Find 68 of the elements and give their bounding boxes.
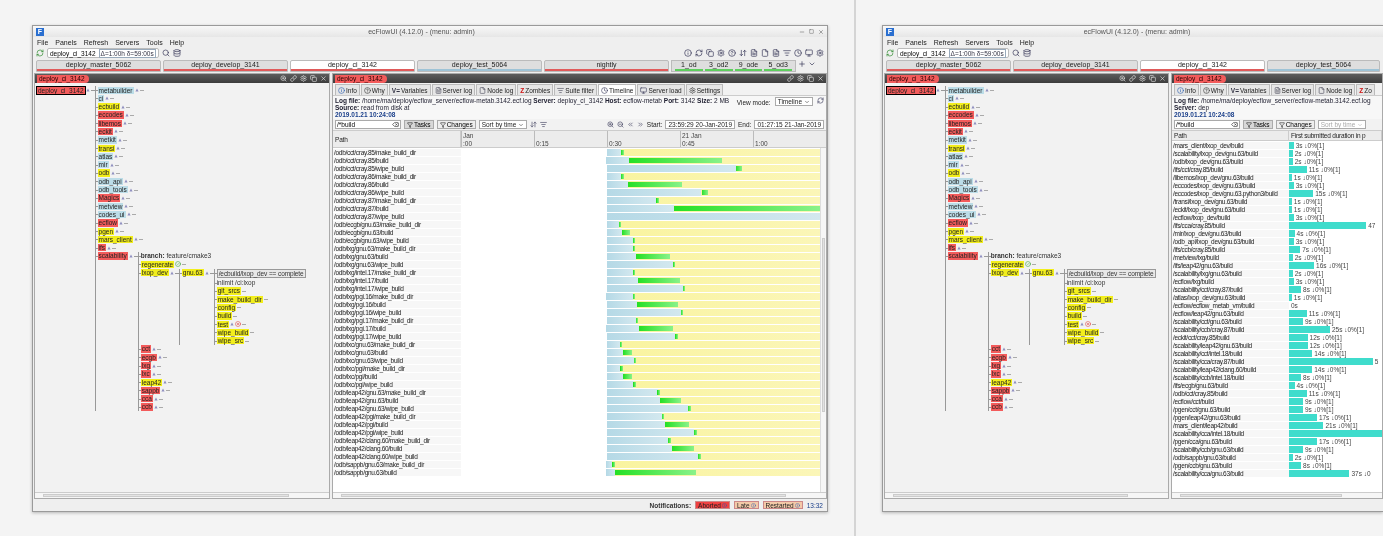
info-icon — [794, 502, 800, 508]
help-icon — [363, 86, 371, 94]
last-icon[interactable] — [636, 121, 644, 128]
settings-icon[interactable] — [1139, 75, 1146, 82]
document-icon — [434, 86, 442, 94]
settings-icon — [688, 86, 696, 94]
zoom-in-icon[interactable] — [606, 121, 614, 128]
database-icon[interactable] — [1022, 49, 1031, 57]
settings-icon[interactable] — [797, 75, 804, 82]
maximize-icon[interactable] — [809, 28, 814, 34]
toolbar-icon[interactable] — [695, 49, 703, 57]
toolbar-icon[interactable] — [739, 49, 747, 57]
file-icon — [1318, 86, 1326, 94]
settings-icon[interactable] — [300, 75, 307, 82]
close-icon[interactable] — [818, 28, 824, 35]
first-icon[interactable] — [626, 121, 634, 128]
scrollbar[interactable] — [885, 492, 1168, 498]
zoom-out-icon[interactable] — [616, 121, 624, 128]
filter-icon — [1278, 121, 1285, 128]
info-icon — [721, 502, 727, 508]
filter-icon — [1246, 121, 1252, 128]
search-icon[interactable] — [1011, 49, 1020, 57]
refresh-icon[interactable] — [886, 49, 894, 57]
toolbar-icon[interactable] — [750, 49, 758, 57]
detach-icon[interactable] — [807, 75, 814, 82]
clear-icon[interactable] — [392, 121, 399, 128]
clear-icon[interactable] — [1231, 121, 1238, 128]
sort-icon[interactable] — [540, 121, 548, 128]
scrollbar[interactable] — [333, 492, 826, 498]
filter-icon — [407, 121, 413, 128]
monitor-icon — [640, 86, 648, 94]
scrollbar[interactable] — [35, 492, 329, 498]
link-icon[interactable] — [787, 75, 794, 82]
detach-icon[interactable] — [1149, 75, 1156, 82]
search-icon[interactable] — [161, 49, 170, 57]
toolbar-icon[interactable] — [772, 49, 780, 57]
caret-icon — [518, 121, 525, 128]
scrollbar[interactable] — [1172, 492, 1382, 498]
toolbar-icon[interactable] — [783, 49, 791, 57]
clock-icon — [601, 86, 609, 94]
caret-icon — [1357, 121, 1364, 128]
sort-icon[interactable] — [530, 121, 538, 128]
info-icon — [1177, 86, 1184, 94]
toolbar-icon[interactable] — [761, 49, 769, 57]
caret-icon — [804, 98, 810, 105]
database-icon[interactable] — [172, 49, 181, 57]
filter-icon — [557, 86, 565, 94]
filter-icon — [439, 121, 446, 128]
link-icon[interactable] — [1129, 75, 1136, 82]
zoom-icon[interactable] — [280, 75, 287, 82]
detach-icon[interactable] — [310, 75, 317, 82]
toolbar-icon[interactable] — [794, 49, 802, 57]
help-icon — [1202, 86, 1210, 94]
link-icon[interactable] — [290, 75, 297, 82]
toolbar-icon[interactable] — [805, 49, 813, 57]
zoom-icon[interactable] — [1119, 75, 1126, 82]
file-icon — [479, 86, 487, 94]
reload-icon[interactable] — [817, 97, 824, 104]
toolbar-icon[interactable] — [684, 49, 692, 57]
info-icon — [750, 502, 756, 508]
toolbar-icon[interactable] — [717, 49, 725, 57]
refresh-icon[interactable] — [36, 49, 44, 57]
toolbar-icon[interactable] — [706, 49, 714, 57]
info-icon — [338, 86, 345, 94]
toolbar-icon[interactable] — [816, 49, 824, 57]
document-icon — [1273, 86, 1281, 94]
scrollbar[interactable] — [820, 148, 826, 492]
toolbar-icon[interactable] — [728, 49, 736, 57]
